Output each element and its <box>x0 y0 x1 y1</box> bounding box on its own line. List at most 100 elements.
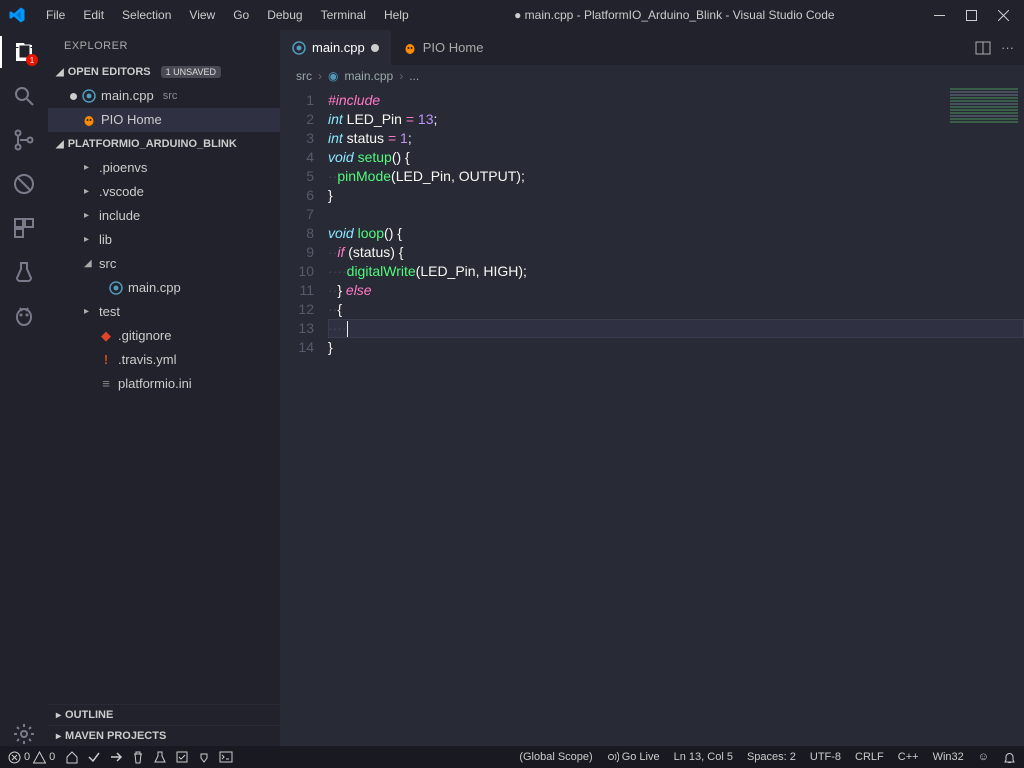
line-number: 14 <box>280 338 314 357</box>
status-eol[interactable]: CRLF <box>855 751 884 763</box>
menu-debug[interactable]: Debug <box>259 4 310 26</box>
file-item[interactable]: ◆.gitignore <box>48 324 280 348</box>
menu-terminal[interactable]: Terminal <box>313 4 374 26</box>
status-scope[interactable]: (Global Scope) <box>519 751 592 763</box>
menu-view[interactable]: View <box>181 4 223 26</box>
file-item[interactable]: !.travis.yml <box>48 348 280 372</box>
settings-gear-icon[interactable] <box>12 722 36 746</box>
open-editors-section[interactable]: ◢ OPEN EDITORS 1 UNSAVED <box>48 62 280 82</box>
code-content[interactable]: #include int LED_Pin = 13;int status = 1… <box>328 87 1024 746</box>
cpp-file-icon <box>292 41 306 55</box>
menu-go[interactable]: Go <box>225 4 257 26</box>
open-editor-item[interactable]: main.cppsrc <box>48 84 280 108</box>
explorer-badge: 1 <box>26 54 38 66</box>
chevron-down-icon: ◢ <box>56 67 64 78</box>
breadcrumbs[interactable]: src › ◉ main.cpp › ... <box>280 65 1024 87</box>
extensions-icon[interactable] <box>12 216 36 240</box>
code-line[interactable]: void loop() { <box>328 224 1024 243</box>
test-flask-icon[interactable] <box>153 750 167 764</box>
status-language[interactable]: C++ <box>898 751 919 763</box>
platformio-icon <box>403 41 417 55</box>
status-os[interactable]: Win32 <box>933 751 964 763</box>
code-line[interactable]: #include <box>328 91 1024 110</box>
chevron-right-icon: ▸ <box>84 206 94 226</box>
breadcrumb-file[interactable]: main.cpp <box>344 69 393 83</box>
code-line[interactable]: ··{ <box>328 300 1024 319</box>
chevron-right-icon: ▸ <box>56 710 61 721</box>
code-line[interactable]: ···· <box>328 319 1024 338</box>
breadcrumb-more[interactable]: ... <box>409 69 419 83</box>
tab-label: PIO Home <box>423 40 484 55</box>
code-editor[interactable]: 1234567891011121314 #include int LED_Pin… <box>280 87 1024 746</box>
title-bar: FileEditSelectionViewGoDebugTerminalHelp… <box>0 0 1024 30</box>
search-icon[interactable] <box>12 84 36 108</box>
problems-status[interactable]: 0 0 <box>8 751 55 764</box>
menu-selection[interactable]: Selection <box>114 4 179 26</box>
editor-item-label: PIO Home <box>101 110 162 130</box>
serial-plug-icon[interactable] <box>197 750 211 764</box>
folder-item[interactable]: ▸.pioenvs <box>48 156 280 180</box>
code-line[interactable]: int LED_Pin = 13; <box>328 110 1024 129</box>
notifications-bell-icon[interactable] <box>1003 751 1016 764</box>
close-button[interactable] <box>996 8 1010 22</box>
maximize-button[interactable] <box>964 8 978 22</box>
menu-edit[interactable]: Edit <box>75 4 112 26</box>
maven-section[interactable]: ▸ MAVEN PROJECTS <box>48 725 280 746</box>
clean-trash-icon[interactable] <box>131 750 145 764</box>
status-golive[interactable]: Go Live <box>607 751 660 763</box>
file-item[interactable]: main.cpp <box>48 276 280 300</box>
editor-tab[interactable]: main.cpp <box>280 30 391 65</box>
minimize-button[interactable] <box>932 8 946 22</box>
code-line[interactable]: ··if (status) { <box>328 243 1024 262</box>
feedback-smiley-icon[interactable]: ☺ <box>978 751 989 763</box>
task-icon[interactable] <box>175 750 189 764</box>
file-item[interactable]: ≡platformio.ini <box>48 372 280 396</box>
code-line[interactable]: ··} else <box>328 281 1024 300</box>
folder-item[interactable]: ▸test <box>48 300 280 324</box>
code-line[interactable]: ··pinMode(LED_Pin, OUTPUT); <box>328 167 1024 186</box>
status-cursor-position[interactable]: Ln 13, Col 5 <box>674 751 733 763</box>
window-title: ● main.cpp - PlatformIO_Arduino_Blink - … <box>417 8 932 22</box>
split-editor-icon[interactable] <box>975 40 991 56</box>
home-icon[interactable] <box>65 750 79 764</box>
folder-item[interactable]: ▸lib <box>48 228 280 252</box>
editor-actions: ··· <box>975 30 1024 65</box>
code-line[interactable]: int status = 1; <box>328 129 1024 148</box>
test-icon[interactable] <box>12 260 36 284</box>
breadcrumb-folder[interactable]: src <box>296 69 312 83</box>
code-line[interactable] <box>328 205 1024 224</box>
line-number: 3 <box>280 129 314 148</box>
menu-help[interactable]: Help <box>376 4 417 26</box>
project-section[interactable]: ◢ PLATFORMIO_ARDUINO_BLINK <box>48 134 280 154</box>
minimap[interactable] <box>944 87 1024 147</box>
editor-tab[interactable]: PIO Home <box>391 30 510 65</box>
git-file-icon: ◆ <box>99 329 113 343</box>
more-actions-icon[interactable]: ··· <box>1001 40 1014 55</box>
chevron-right-icon: › <box>318 69 322 83</box>
chevron-right-icon: ▸ <box>56 731 61 742</box>
outline-section[interactable]: ▸ OUTLINE <box>48 704 280 725</box>
code-line[interactable]: void setup() { <box>328 148 1024 167</box>
terminal-icon[interactable] <box>219 750 233 764</box>
code-line[interactable]: } <box>328 338 1024 357</box>
code-line[interactable]: ····digitalWrite(LED_Pin, HIGH); <box>328 262 1024 281</box>
folder-item[interactable]: ▸.vscode <box>48 180 280 204</box>
status-indentation[interactable]: Spaces: 2 <box>747 751 796 763</box>
file-tree: ▸.pioenvs▸.vscode▸include▸lib◢srcmain.cp… <box>48 154 280 398</box>
explorer-icon[interactable]: 1 <box>12 40 36 64</box>
line-number: 2 <box>280 110 314 129</box>
status-encoding[interactable]: UTF-8 <box>810 751 841 763</box>
build-check-icon[interactable] <box>87 750 101 764</box>
line-number: 8 <box>280 224 314 243</box>
upload-arrow-icon[interactable] <box>109 750 123 764</box>
code-line[interactable]: } <box>328 186 1024 205</box>
platformio-icon[interactable] <box>12 304 36 328</box>
folder-item[interactable]: ◢src <box>48 252 280 276</box>
source-control-icon[interactable] <box>12 128 36 152</box>
line-number: 13 <box>280 319 314 338</box>
menu-file[interactable]: File <box>38 4 73 26</box>
debug-icon[interactable] <box>12 172 36 196</box>
open-editor-item[interactable]: PIO Home <box>48 108 280 132</box>
chevron-down-icon: ◢ <box>84 254 94 274</box>
folder-item[interactable]: ▸include <box>48 204 280 228</box>
